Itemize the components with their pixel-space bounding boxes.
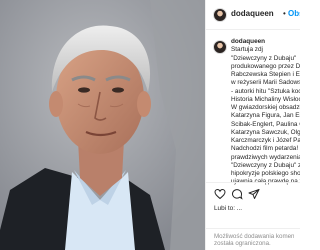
caption-line: "Dziewczyny z Dubaju" zdz	[231, 161, 300, 169]
caption-line: - autorki hitu "Sztuka koch	[231, 87, 300, 95]
caption-line: Katarzyna Figura, Jan Engl	[231, 112, 300, 120]
comment-notice-line: Możliwość dodawania komentarza	[214, 233, 294, 240]
heart-icon[interactable]	[214, 188, 226, 200]
post-caption: dodaqueen Startuja zdj "Dziewczyny z Dub…	[231, 38, 300, 187]
caption-line: prawdziwych wydarzeniach	[231, 153, 300, 161]
caption-line: Historia Michaliny Wisłock	[231, 95, 300, 103]
caption-line: Scibak-Englert, Paulina Ga	[231, 120, 300, 128]
comment-notice-line: została ograniczona.	[214, 240, 271, 247]
header-username[interactable]: dodaqueen	[231, 9, 274, 18]
header-separator: •	[283, 9, 286, 18]
likes-count[interactable]: Lubi to: ...	[214, 205, 242, 212]
caption-line: W gwiazdorskiej obsadzie	[231, 104, 300, 111]
caption-line: Karczmarczyk i Józef Pawło	[231, 137, 300, 144]
comment-bar: Możliwość dodawania komentarza została o…	[206, 228, 300, 250]
share-icon[interactable]	[248, 188, 260, 200]
caption-line: Rabczewska Stepien i Emil	[231, 71, 300, 78]
comments-restricted-notice: Możliwość dodawania komentarza została o…	[214, 233, 294, 247]
post-photo[interactable]	[0, 0, 205, 250]
avatar[interactable]	[213, 8, 227, 22]
portrait-image	[0, 0, 205, 250]
action-bar	[206, 182, 300, 202]
caption-line: Nadchodzi film petarda! C	[231, 145, 300, 153]
caption-username[interactable]: dodaqueen	[231, 38, 265, 45]
post-sidebar: dodaqueen • Obserwuj dodaqueen Startuja …	[205, 0, 300, 250]
comment-icon[interactable]	[231, 188, 243, 200]
caption-line: Katarzyna Sawczuk, Olga K	[231, 128, 300, 136]
caption-line: dodaqueen	[231, 38, 300, 46]
caption-avatar[interactable]	[213, 40, 227, 54]
caption-line: hipokryzje polskiego show	[231, 170, 300, 177]
caption-line: w reżyserii Marii Sadowski	[231, 79, 300, 87]
caption-line: Startuja zdj	[231, 46, 263, 54]
caption-line: "Dziewczyny z Dubaju"	[231, 54, 297, 62]
post-header: dodaqueen • Obserwuj	[206, 0, 300, 30]
caption-line: produkowanego przez Do	[231, 62, 300, 70]
follow-button[interactable]: Obserwuj	[288, 9, 300, 18]
